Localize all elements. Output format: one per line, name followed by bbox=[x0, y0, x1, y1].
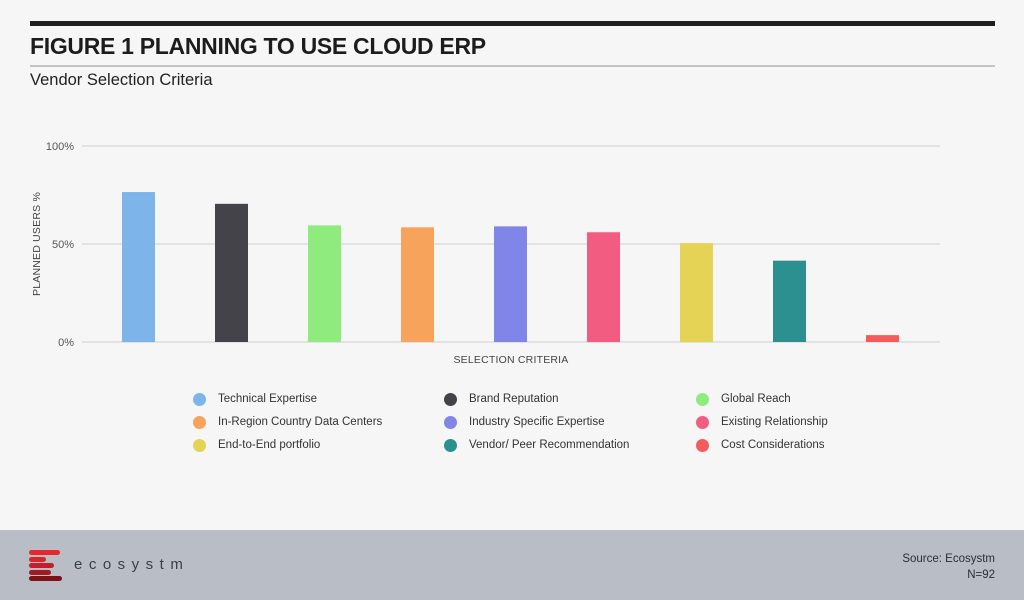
legend-label: Global Reach bbox=[721, 393, 791, 405]
bar-in-region-country-data-centers[interactable] bbox=[401, 227, 434, 342]
legend-label: In-Region Country Data Centers bbox=[218, 416, 383, 428]
brand-name: ecosystm bbox=[74, 556, 190, 573]
legend-label: Brand Reputation bbox=[469, 393, 559, 405]
bar-global-reach[interactable] bbox=[308, 225, 341, 342]
logo-stripe bbox=[29, 550, 60, 555]
logo-stripe bbox=[29, 569, 51, 575]
source-label: Source: Ecosystm bbox=[902, 553, 995, 565]
y-tick-label: 100% bbox=[46, 141, 74, 153]
bar-vendor-peer-recommendation[interactable] bbox=[773, 260, 806, 342]
legend-swatch-icon bbox=[193, 415, 206, 429]
legend-label: Industry Specific Expertise bbox=[469, 416, 605, 428]
legend-swatch-icon bbox=[696, 415, 709, 429]
footer: ecosystm Source: Ecosystm N=92 bbox=[0, 530, 1024, 600]
logo-stripe bbox=[29, 556, 46, 562]
y-axis-title: PLANNED USERS % bbox=[31, 192, 43, 296]
bar-chart: 0% 50% 100% PLANNED USERS % SELECTION CRIT… bbox=[31, 141, 940, 366]
bar-industry-specific-expertise[interactable] bbox=[494, 226, 527, 342]
logo-stripe bbox=[29, 563, 54, 568]
legend-label: Technical Expertise bbox=[218, 393, 318, 405]
legend-item[interactable]: Technical Expertise bbox=[193, 391, 317, 407]
legend-item[interactable]: Vendor/ Peer Recommendation bbox=[444, 437, 629, 453]
x-axis-title: SELECTION CRITERIA bbox=[453, 354, 568, 366]
bar-existing-relationship[interactable] bbox=[587, 232, 620, 342]
bar-technical-expertise[interactable] bbox=[122, 192, 155, 342]
bars bbox=[122, 192, 899, 342]
sample-size: N=92 bbox=[967, 569, 995, 581]
bar-brand-reputation[interactable] bbox=[215, 203, 248, 342]
legend-swatch-icon bbox=[696, 438, 709, 452]
legend-item[interactable]: Industry Specific Expertise bbox=[444, 414, 605, 430]
source-note: Source: Ecosystm N=92 bbox=[902, 551, 995, 583]
legend-swatch-icon bbox=[444, 438, 457, 452]
legend-swatch-icon bbox=[444, 415, 457, 429]
legend-item[interactable]: Cost Considerations bbox=[696, 437, 825, 453]
legend-label: Vendor/ Peer Recommendation bbox=[469, 439, 630, 451]
bar-cost-considerations[interactable] bbox=[866, 335, 899, 342]
legend-item[interactable]: Existing Relationship bbox=[696, 414, 828, 430]
legend-label: End-to-End portfolio bbox=[218, 439, 321, 451]
legend-item[interactable]: In-Region Country Data Centers bbox=[193, 414, 382, 430]
legend-item[interactable]: Global Reach bbox=[696, 391, 791, 407]
y-tick-label: 50% bbox=[52, 239, 74, 251]
logo-stripe bbox=[29, 576, 62, 581]
legend-item[interactable]: Brand Reputation bbox=[444, 391, 559, 407]
y-tick-labels: 0% 50% 100% bbox=[46, 141, 74, 349]
legend-label: Existing Relationship bbox=[721, 416, 828, 428]
bar-end-to-end-portfolio[interactable] bbox=[680, 243, 713, 342]
legend-swatch-icon bbox=[696, 392, 709, 406]
y-tick-label: 0% bbox=[58, 337, 74, 349]
legend-swatch-icon bbox=[444, 392, 457, 406]
ecosystm-logo-icon bbox=[29, 550, 63, 582]
legend-swatch-icon bbox=[193, 392, 206, 406]
legend-label: Cost Considerations bbox=[721, 439, 825, 451]
legend-item[interactable]: End-to-End portfolio bbox=[193, 437, 320, 453]
legend-swatch-icon bbox=[193, 438, 206, 452]
